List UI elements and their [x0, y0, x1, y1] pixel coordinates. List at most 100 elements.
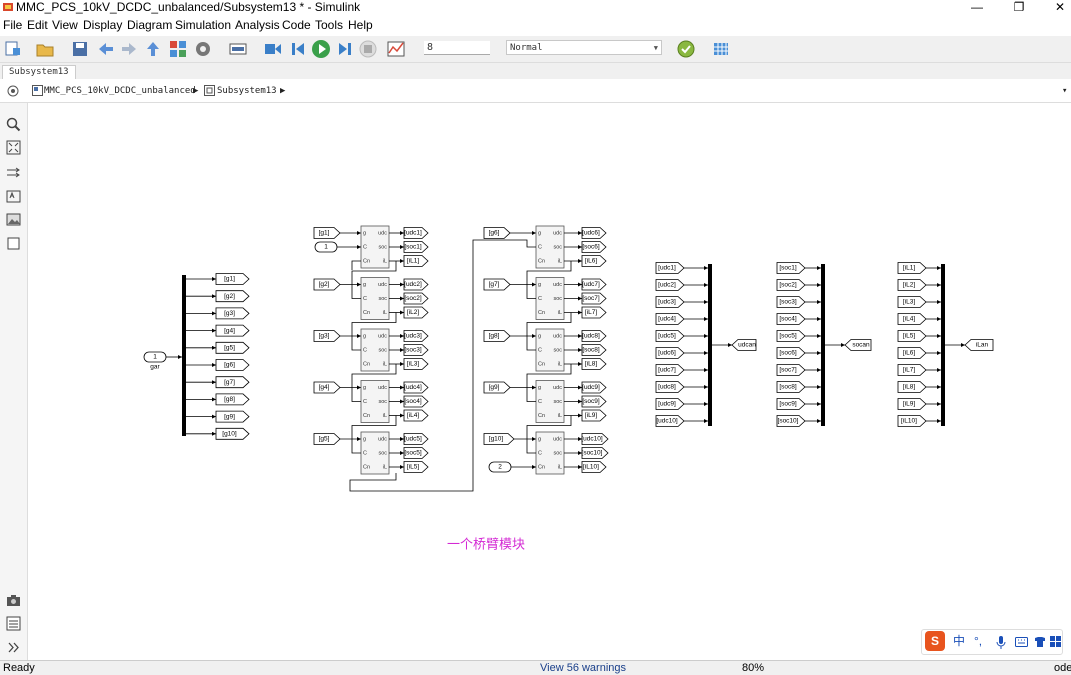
goto-label: iLan [976, 342, 989, 349]
port-label: C [363, 347, 367, 353]
open-icon[interactable] [35, 39, 55, 59]
menu-display[interactable]: Display [83, 18, 122, 32]
model-icon [32, 85, 43, 96]
port-label: soc [553, 244, 562, 250]
port-label: iL [383, 413, 387, 419]
from-label: [iL5] [903, 333, 915, 340]
menu-help[interactable]: Help [348, 18, 373, 32]
port-label: soc [553, 347, 562, 353]
menu-file[interactable]: File [3, 18, 22, 32]
diagram-canvas[interactable]: 1 gar [g1] [g2] [g3] [g4] [g5] [g6] [g7] [g8] [g9]… [28, 103, 1071, 660]
port-label: Cn [538, 413, 545, 419]
warnings-link[interactable]: View 56 warnings [540, 662, 626, 675]
up-icon[interactable] [143, 39, 163, 59]
grid-icon[interactable] [711, 39, 731, 59]
stop-icon[interactable] [358, 39, 378, 59]
from-label: [udc4] [404, 384, 422, 391]
ime-punct[interactable]: °, [974, 634, 982, 649]
from-label: [iL8] [903, 384, 915, 391]
chevron-down-icon[interactable]: ▾ [1062, 85, 1067, 97]
menu-simulation[interactable]: Simulation [175, 18, 231, 32]
mux-il-bar[interactable] [941, 264, 945, 426]
from-label: [g5] [319, 436, 330, 443]
fit-view-icon[interactable] [6, 140, 21, 155]
toolbar: 8 Normal ▼ [0, 36, 1071, 63]
annotation-text: 一个桥臂模块 [447, 538, 525, 553]
port-label: udc [378, 282, 387, 288]
scope-icon[interactable] [386, 39, 406, 59]
from-label: [soc7] [779, 367, 797, 374]
port-label: C [363, 296, 367, 302]
menu-diagram[interactable]: Diagram [127, 18, 172, 32]
from-label: [udc1] [404, 230, 422, 237]
breadcrumb-subsystem[interactable]: Subsystem13 [217, 85, 277, 97]
mux-udc-bar[interactable] [708, 264, 712, 426]
save-icon[interactable] [70, 39, 90, 59]
close-button[interactable]: ✕ [1040, 0, 1071, 16]
run-icon[interactable] [311, 39, 331, 59]
camera-icon[interactable] [6, 593, 21, 608]
expand-icon[interactable] [6, 640, 21, 655]
back-icon[interactable] [96, 39, 116, 59]
step-back-icon[interactable] [263, 39, 283, 59]
from-label: [iL6] [585, 258, 597, 265]
menu-edit[interactable]: Edit [27, 18, 48, 32]
from-label: [g3] [224, 310, 235, 317]
minimize-button[interactable]: — [957, 0, 997, 16]
chevron-down-icon: ▼ [653, 44, 658, 52]
model-explorer-icon[interactable] [228, 39, 248, 59]
port-label: Cn [538, 258, 545, 264]
inport-number: 2 [498, 464, 502, 471]
area-icon[interactable] [6, 236, 21, 251]
skin-icon[interactable] [1034, 636, 1046, 648]
port-label: iL [558, 310, 562, 316]
from-label: [iL9] [903, 401, 915, 408]
check-icon[interactable] [676, 39, 696, 59]
from-label: [udc5] [404, 436, 422, 443]
demux-bar[interactable] [182, 275, 186, 436]
from-label: [iL2] [903, 282, 915, 289]
annotation-icon[interactable] [6, 189, 21, 204]
from-label: [soc9] [779, 401, 797, 408]
tab-subsystem13[interactable]: Subsystem13 [2, 65, 76, 79]
ime-lang[interactable]: 中 [953, 634, 965, 649]
menu-analysis[interactable]: Analysis [235, 18, 280, 32]
mux-soc-bar[interactable] [821, 264, 825, 426]
step-icon[interactable] [288, 39, 308, 59]
ime-logo[interactable]: S [925, 631, 945, 651]
port-label: udc [553, 333, 562, 339]
keyboard-icon[interactable] [1015, 637, 1028, 647]
image-icon[interactable] [6, 212, 21, 227]
model-browser-icon[interactable] [6, 616, 21, 631]
tool-palette [0, 103, 28, 660]
zoom-icon[interactable] [6, 117, 21, 132]
hide-browser-icon[interactable] [6, 84, 20, 98]
port-label: udc [378, 230, 387, 236]
step-forward-icon[interactable] [335, 39, 355, 59]
menu-tools[interactable]: Tools [315, 18, 343, 32]
breadcrumb-separator-icon: ▶ [193, 86, 199, 96]
breadcrumb-model[interactable]: MMC_PCS_10kV_DCDC_unbalanced [44, 85, 196, 97]
stop-time-input[interactable]: 8 [424, 41, 490, 55]
inport-number: 1 [153, 354, 157, 361]
port-label: g [363, 230, 366, 236]
from-label: [udc2] [658, 282, 676, 289]
from-label: [iL3] [903, 299, 915, 306]
tab-strip: Subsystem13 [0, 63, 1071, 79]
library-icon[interactable] [168, 39, 188, 59]
from-label: [g1] [319, 230, 330, 237]
maximize-button[interactable]: ❐ [999, 0, 1039, 16]
microphone-icon[interactable] [996, 636, 1006, 649]
arrow-icon[interactable] [6, 165, 21, 180]
port-label: iL [558, 464, 562, 470]
from-label: [g3] [319, 333, 330, 340]
new-model-icon[interactable] [3, 39, 23, 59]
menu-view[interactable]: View [52, 18, 78, 32]
title-bar: MMC_PCS_10kV_DCDC_unbalanced/Subsystem13… [0, 0, 1071, 16]
port-label: Cn [538, 310, 545, 316]
toolbox-icon[interactable] [1050, 636, 1061, 647]
menu-code[interactable]: Code [282, 18, 311, 32]
settings-icon[interactable] [193, 39, 213, 59]
forward-icon[interactable] [119, 39, 139, 59]
simulation-mode-select[interactable]: Normal ▼ [506, 40, 662, 55]
